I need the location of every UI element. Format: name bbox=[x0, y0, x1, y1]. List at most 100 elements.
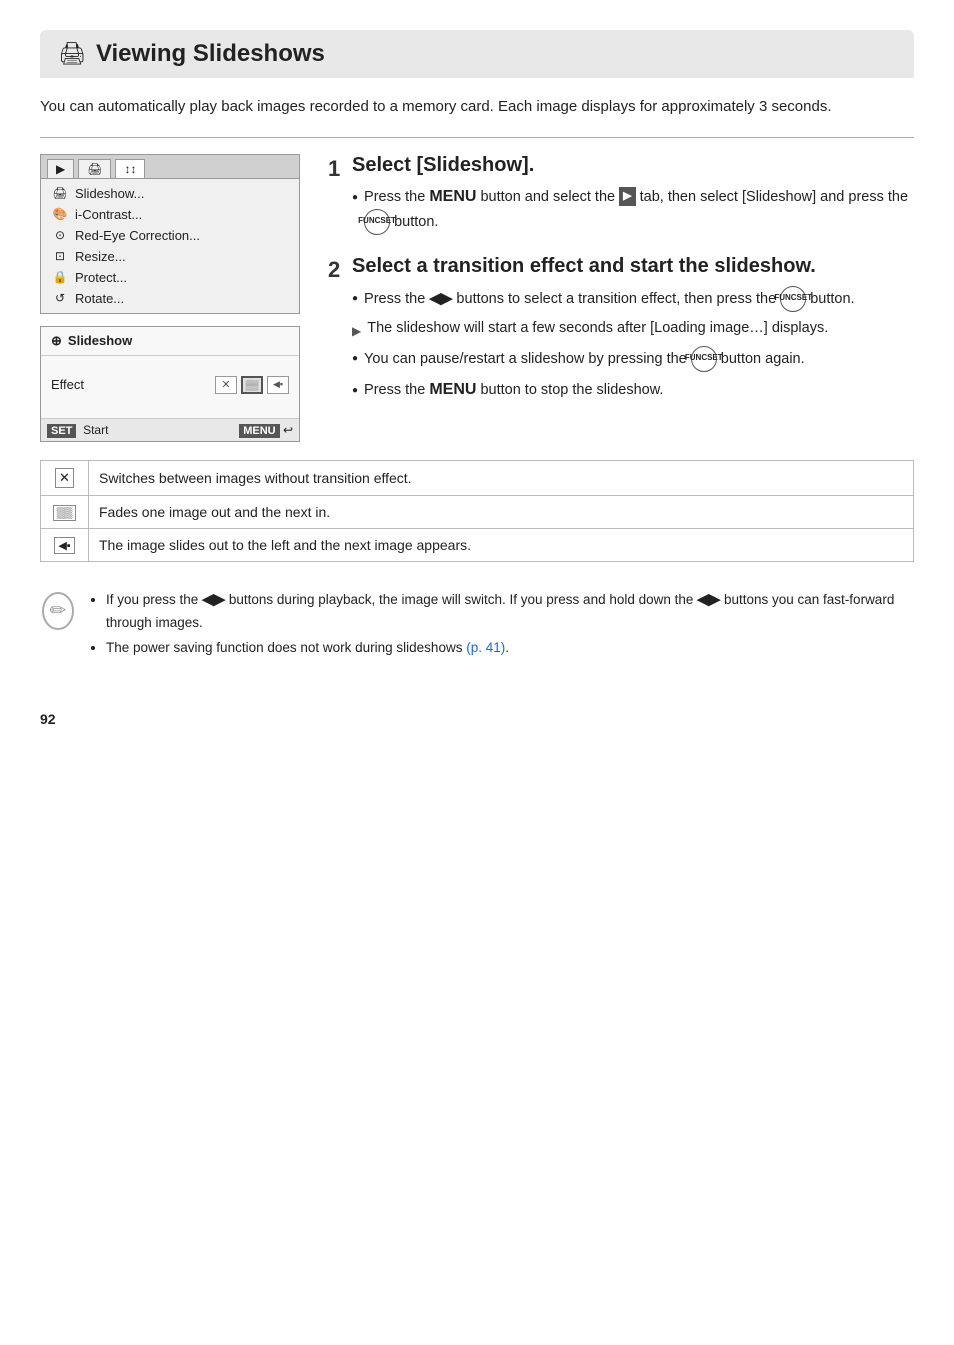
menu-items: 🖨 Slideshow... 🎨 i-Contrast... ⊙ Red-Eye… bbox=[41, 179, 299, 313]
arrow-icon-1: ▶ bbox=[352, 322, 361, 340]
icontrast-icon: 🎨 bbox=[51, 207, 69, 221]
table-row: ▒▒ Fades one image out and the next in. bbox=[41, 495, 914, 528]
step-1: 1 Select [Slideshow]. ● Press the MENU b… bbox=[328, 154, 914, 235]
effect-icon-slide-table: ◀▪ bbox=[54, 537, 74, 554]
step-2-bullet-1: ● Press the ◀▶ buttons to select a trans… bbox=[352, 286, 914, 312]
menu-item-rotate-label: Rotate... bbox=[75, 291, 124, 306]
page-title: Viewing Slideshows bbox=[96, 40, 325, 68]
effect-table: ✕ Switches between images without transi… bbox=[40, 460, 914, 562]
set-start: SET Start bbox=[47, 423, 108, 437]
tab-play: ▶ bbox=[47, 159, 74, 178]
lr-arrows-note-1: ◀▶ bbox=[202, 591, 225, 608]
bullet-circle-icon: ● bbox=[352, 190, 358, 205]
step-1-number: 1 bbox=[328, 158, 340, 180]
menu-item-redeye: ⊙ Red-Eye Correction... bbox=[41, 225, 299, 246]
menu-item-icontrast: 🎨 i-Contrast... bbox=[41, 204, 299, 225]
menu-back: MENU ↩ bbox=[239, 423, 293, 437]
effect-icon-none: ✕ bbox=[215, 376, 237, 394]
note-icon: ✏ bbox=[40, 590, 76, 663]
note-list: If you press the ◀▶ buttons during playb… bbox=[88, 588, 914, 659]
slideshow-icon: 🖨 bbox=[51, 186, 69, 200]
note-box: ✏ If you press the ◀▶ buttons during pla… bbox=[40, 580, 914, 671]
play-tab-icon: ▶ bbox=[619, 187, 635, 206]
step-2-bullets: ● Press the ◀▶ buttons to select a trans… bbox=[352, 286, 914, 402]
slideshow-body: Effect ✕ ▒▒ ◀▪ bbox=[41, 356, 299, 418]
step-1-bullets: ● Press the MENU button and select the ▶… bbox=[352, 185, 914, 235]
svg-text:✏: ✏ bbox=[50, 600, 67, 622]
title-icon: 🖨 bbox=[58, 41, 86, 67]
menu-item-resize: ⊡ Resize... bbox=[41, 246, 299, 267]
tab-settings: ↕↕ bbox=[115, 159, 145, 178]
step-2-bullet-1-text: Press the ◀▶ buttons to select a transit… bbox=[364, 286, 855, 312]
effect-icon-none-table: ✕ bbox=[55, 468, 74, 488]
menu-item-slideshow-label: Slideshow... bbox=[75, 186, 144, 201]
note-link: (p. 41) bbox=[466, 640, 505, 655]
step-2-bullet-4: ● Press the MENU button to stop the slid… bbox=[352, 378, 914, 402]
menu-word-2: MENU bbox=[429, 381, 476, 398]
effect-icon-cell-3: ◀▪ bbox=[41, 528, 89, 561]
menu-item-resize-label: Resize... bbox=[75, 249, 126, 264]
func-btn-3: FUNCSET bbox=[691, 346, 717, 372]
menu-word-1: MENU bbox=[429, 188, 476, 205]
instructions-panel: 1 Select [Slideshow]. ● Press the MENU b… bbox=[328, 154, 914, 422]
menu-item-icontrast-label: i-Contrast... bbox=[75, 207, 142, 222]
lr-arrows-1: ◀▶ bbox=[429, 289, 452, 306]
step-1-bullet-1-text: Press the MENU button and select the ▶ t… bbox=[364, 185, 914, 235]
effect-label: Effect bbox=[51, 377, 84, 392]
page-number: 92 bbox=[40, 711, 914, 727]
title-bar: 🖨 Viewing Slideshows bbox=[40, 30, 914, 78]
camera-ui-panel: ▶ 🖨 ↕↕ 🖨 Slideshow... 🎨 i-Contrast... ⊙ … bbox=[40, 154, 300, 442]
step-2-number: 2 bbox=[328, 259, 340, 281]
note-item-1: If you press the ◀▶ buttons during playb… bbox=[106, 588, 914, 634]
menu-item-slideshow: 🖨 Slideshow... bbox=[41, 183, 299, 204]
step-2: 2 Select a transition effect and start t… bbox=[328, 255, 914, 402]
slideshow-title-label: Slideshow bbox=[68, 333, 132, 348]
menu-item-rotate: ↺ Rotate... bbox=[41, 288, 299, 309]
bullet-circle-icon-2c: ● bbox=[352, 351, 358, 366]
effect-icon-cell-1: ✕ bbox=[41, 460, 89, 495]
menu-item-protect: 🔒 Protect... bbox=[41, 267, 299, 288]
redeye-icon: ⊙ bbox=[51, 228, 69, 242]
step-2-bullet-2-text: The slideshow will start a few seconds a… bbox=[367, 318, 828, 340]
tab-print: 🖨 bbox=[78, 159, 111, 178]
effect-desc-2: Fades one image out and the next in. bbox=[89, 495, 914, 528]
func-btn-1: FUNCSET bbox=[364, 209, 390, 235]
menu-item-protect-label: Protect... bbox=[75, 270, 127, 285]
slideshow-title-icon: ⊕ bbox=[51, 333, 62, 349]
bullet-circle-icon-2d: ● bbox=[352, 383, 358, 398]
effect-icons: ✕ ▒▒ ◀▪ bbox=[215, 376, 289, 394]
step-2-title: Select a transition effect and start the… bbox=[352, 255, 914, 278]
lr-arrows-note-2: ◀▶ bbox=[697, 591, 720, 608]
bullet-circle-icon-2a: ● bbox=[352, 291, 358, 306]
step-1-title: Select [Slideshow]. bbox=[352, 154, 914, 177]
effect-icon-slide: ◀▪ bbox=[267, 376, 289, 394]
table-row: ✕ Switches between images without transi… bbox=[41, 460, 914, 495]
note-content: If you press the ◀▶ buttons during playb… bbox=[88, 588, 914, 663]
menu-tabs: ▶ 🖨 ↕↕ bbox=[41, 155, 299, 179]
slideshow-box: ⊕ Slideshow Effect ✕ ▒▒ bbox=[40, 326, 300, 442]
effect-icon-fade-table: ▒▒ bbox=[53, 505, 77, 521]
rotate-icon: ↺ bbox=[51, 291, 69, 305]
step-2-bullet-3-text: You can pause/restart a slideshow by pre… bbox=[364, 346, 805, 372]
protect-icon: 🔒 bbox=[51, 270, 69, 284]
start-label: Start bbox=[83, 423, 108, 437]
menu-box-1: ▶ 🖨 ↕↕ 🖨 Slideshow... 🎨 i-Contrast... ⊙ … bbox=[40, 154, 300, 314]
table-row: ◀▪ The image slides out to the left and … bbox=[41, 528, 914, 561]
slideshow-footer: SET Start MENU ↩ bbox=[41, 418, 299, 441]
menu-item-redeye-label: Red-Eye Correction... bbox=[75, 228, 200, 243]
set-btn: SET bbox=[47, 424, 76, 438]
step-2-bullet-4-text: Press the MENU button to stop the slides… bbox=[364, 378, 663, 402]
menu-btn: MENU bbox=[239, 424, 279, 438]
note-item-2: The power saving function does not work … bbox=[106, 637, 914, 659]
step-2-bullet-2: ▶ The slideshow will start a few seconds… bbox=[352, 318, 914, 340]
pencil-icon: ✏ bbox=[40, 590, 76, 632]
resize-icon: ⊡ bbox=[51, 249, 69, 263]
effect-desc-3: The image slides out to the left and the… bbox=[89, 528, 914, 561]
step-1-bullet-1: ● Press the MENU button and select the ▶… bbox=[352, 185, 914, 235]
func-btn-2: FUNCSET bbox=[780, 286, 806, 312]
effect-icon-fade: ▒▒ bbox=[241, 376, 263, 394]
effect-desc-1: Switches between images without transiti… bbox=[89, 460, 914, 495]
step-2-bullet-3: ● You can pause/restart a slideshow by p… bbox=[352, 346, 914, 372]
effect-icon-cell-2: ▒▒ bbox=[41, 495, 89, 528]
effect-row: Effect ✕ ▒▒ ◀▪ bbox=[51, 376, 289, 394]
